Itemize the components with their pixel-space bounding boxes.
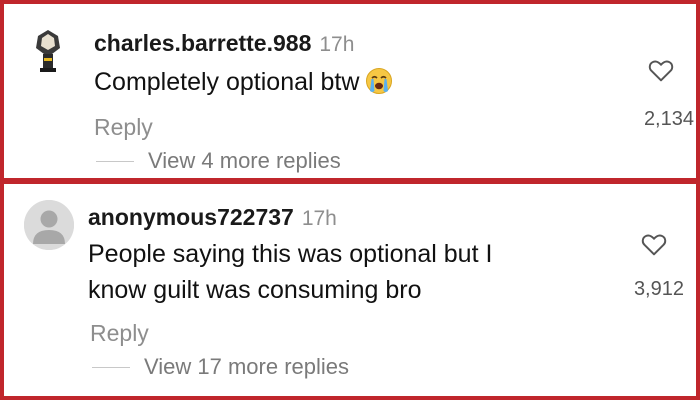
comment-card: charles.barrette.988 17h Completely optio…	[0, 0, 700, 182]
timestamp: 17h	[319, 33, 355, 56]
replies-divider	[96, 160, 134, 162]
comment-card: anonymous722737 17h People saying this wa…	[0, 180, 700, 400]
avatar[interactable]	[22, 24, 74, 76]
comment-text: Completely optional btw	[94, 64, 393, 100]
comment-text-line: know guilt was consuming bro	[88, 276, 422, 304]
comment-text: People saying this was optional but I kn…	[88, 236, 492, 308]
heart-icon[interactable]	[648, 58, 674, 82]
comment-text-line: People saying this was optional but I	[88, 240, 493, 268]
default-avatar-icon	[24, 200, 74, 250]
comment-header: anonymous722737 17h	[88, 204, 337, 232]
reply-button[interactable]: Reply	[94, 114, 153, 141]
heart-icon[interactable]	[641, 232, 667, 256]
comment-header: charles.barrette.988 17h	[94, 30, 354, 58]
loudly-crying-face-icon	[366, 68, 393, 94]
view-replies-label: View 17 more replies	[144, 354, 350, 379]
view-replies-button[interactable]: View 17 more replies	[92, 354, 349, 380]
avatar[interactable]	[24, 200, 74, 250]
view-replies-label: View 4 more replies	[148, 148, 341, 173]
username[interactable]: charles.barrette.988	[94, 30, 311, 56]
avatar-image	[22, 24, 74, 76]
view-replies-button[interactable]: View 4 more replies	[96, 148, 341, 174]
reply-button[interactable]: Reply	[90, 320, 149, 347]
replies-divider	[92, 366, 130, 368]
username[interactable]: anonymous722737	[88, 204, 294, 230]
like-count: 2,134	[643, 108, 694, 130]
timestamp: 17h	[301, 207, 337, 230]
like-count: 3,912	[633, 278, 684, 300]
